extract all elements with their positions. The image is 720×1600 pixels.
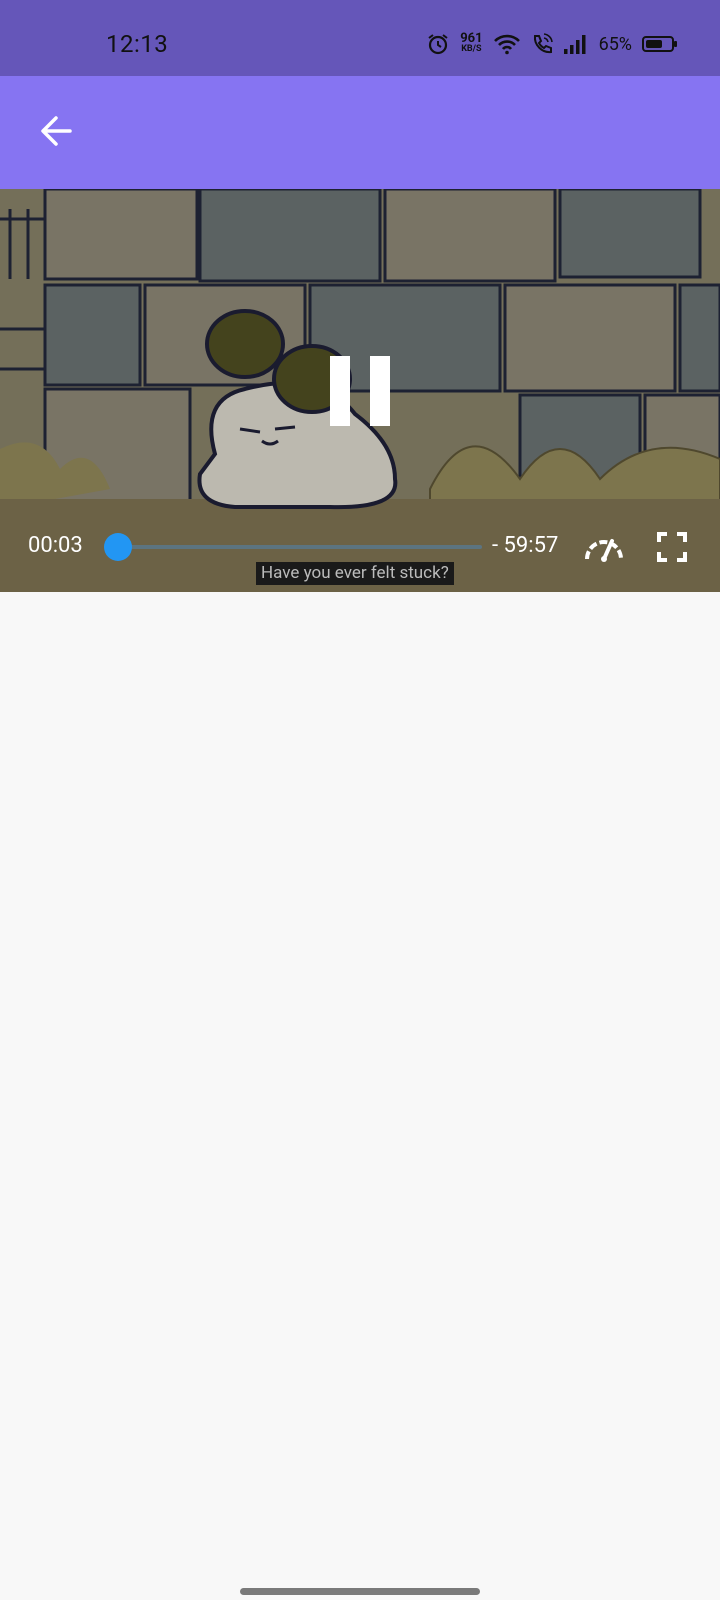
wifi-icon [493,34,520,55]
battery-icon [642,36,677,52]
player-controls: 00:03 - 59:57 [0,527,720,567]
signal-icon [563,35,586,54]
app-bar [0,76,720,189]
status-bar: 12:13 961 KB/S 65% [0,0,720,76]
battery-percent: 65% [598,33,632,55]
seek-thumb[interactable] [104,533,133,561]
wifi-call-icon [533,33,553,54]
speedometer-icon[interactable] [582,531,626,563]
net-speed: 961 KB/S [460,31,483,55]
pause-icon[interactable] [330,356,390,426]
back-arrow-icon[interactable] [36,111,76,151]
status-time: 12:13 [106,30,169,58]
seek-bar[interactable] [118,545,482,549]
home-indicator[interactable] [240,1588,480,1595]
video-player[interactable]: 00:03 - 59:57 Have you ever felt stuck? [0,189,720,592]
alarm-icon [428,34,448,55]
net-speed-unit: KB/S [461,44,482,54]
remaining-time: - 59:57 [492,533,559,558]
status-icons: 961 KB/S 65% [426,31,677,56]
battery-fill [646,40,662,48]
net-speed-value: 961 [460,31,483,46]
fullscreen-icon[interactable] [656,531,688,563]
elapsed-time: 00:03 [28,533,83,558]
subtitle-text: Have you ever felt stuck? [256,562,454,585]
